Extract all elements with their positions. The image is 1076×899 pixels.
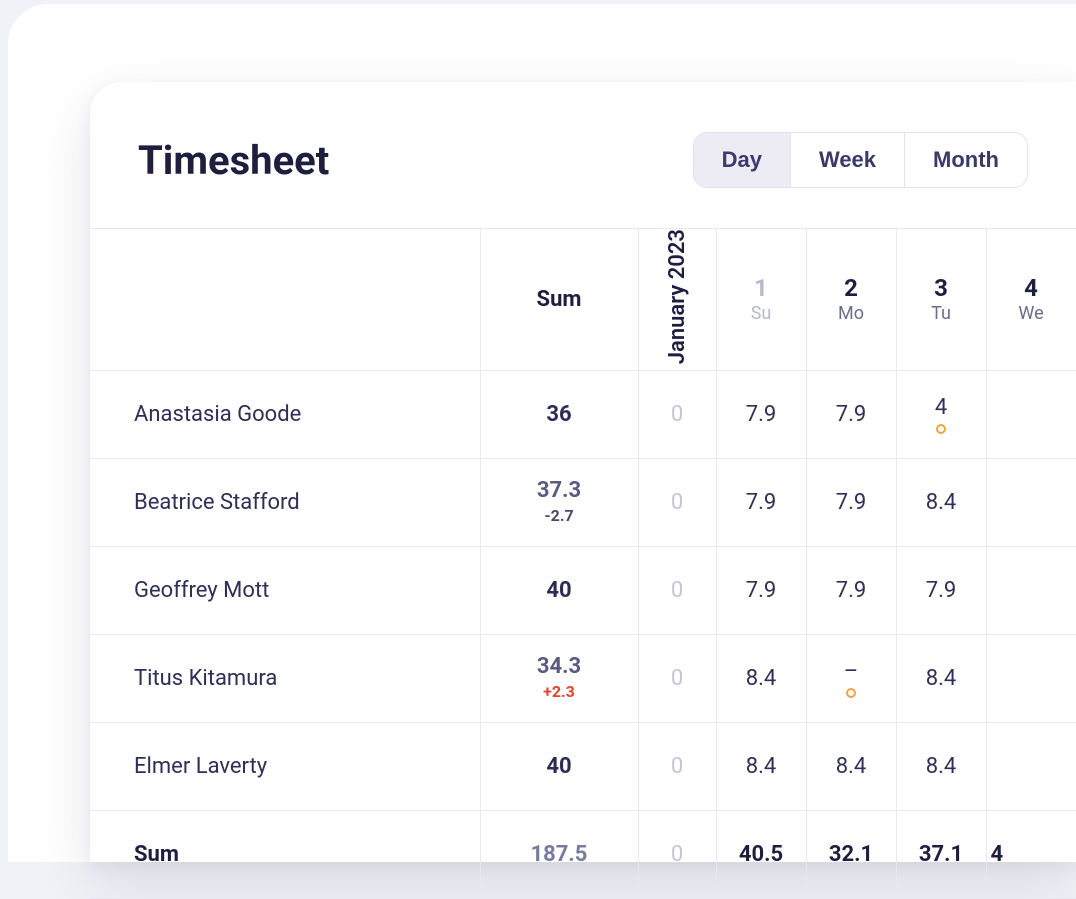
- row-sum: 34.3+2.3: [480, 635, 638, 723]
- footer-hours-cell: 0: [638, 811, 716, 899]
- employee-name[interactable]: Geoffrey Mott: [90, 547, 480, 635]
- segment-week[interactable]: Week: [791, 133, 905, 187]
- table-row: Elmer Laverty4008.48.48.4: [90, 723, 1076, 811]
- hours-cell[interactable]: 8.4: [716, 635, 806, 723]
- table-row: Geoffrey Mott4007.97.97.9: [90, 547, 1076, 635]
- timesheet-table-wrap: Sum January 2023 1 Su 2 Mo: [90, 228, 1076, 899]
- hours-cell[interactable]: 8.4: [896, 459, 986, 547]
- spill-cell: [986, 547, 1076, 635]
- table-row: Anastasia Goode3607.97.94: [90, 371, 1076, 459]
- segment-month[interactable]: Month: [905, 133, 1027, 187]
- hours-cell[interactable]: 8.4: [896, 635, 986, 723]
- hours-cell[interactable]: 8.4: [896, 723, 986, 811]
- hours-cell[interactable]: 0: [638, 547, 716, 635]
- hours-cell[interactable]: 7.9: [806, 459, 896, 547]
- table-row: Beatrice Stafford37.3-2.707.97.98.4: [90, 459, 1076, 547]
- footer-sum: 187.5: [480, 811, 638, 899]
- day-header-2[interactable]: 2 Mo: [806, 229, 896, 371]
- header-sum: Sum: [480, 229, 638, 371]
- outer-card: Timesheet Day Week Month: [8, 4, 1076, 862]
- employee-name[interactable]: Titus Kitamura: [90, 635, 480, 723]
- timesheet-card: Timesheet Day Week Month: [90, 82, 1076, 862]
- hours-cell[interactable]: 0: [638, 459, 716, 547]
- row-sum: 40: [480, 723, 638, 811]
- spill-cell: [986, 371, 1076, 459]
- row-sum: 37.3-2.7: [480, 459, 638, 547]
- hours-cell[interactable]: 8.4: [806, 723, 896, 811]
- hours-cell[interactable]: 7.9: [716, 371, 806, 459]
- employee-name[interactable]: Beatrice Stafford: [90, 459, 480, 547]
- hours-cell[interactable]: 0: [638, 635, 716, 723]
- hours-cell[interactable]: 7.9: [896, 547, 986, 635]
- hours-cell[interactable]: 0: [638, 371, 716, 459]
- indicator-icon: [936, 424, 946, 434]
- footer-row: Sum187.5040.532.137.14: [90, 811, 1076, 899]
- spill-cell: [986, 459, 1076, 547]
- indicator-icon: [846, 688, 856, 698]
- month-column: January 2023: [638, 229, 716, 371]
- day-header-4[interactable]: 4 We: [986, 229, 1076, 371]
- footer-hours-cell: 32.1: [806, 811, 896, 899]
- hours-cell[interactable]: 7.9: [806, 547, 896, 635]
- employee-name[interactable]: Elmer Laverty: [90, 723, 480, 811]
- page-title: Timesheet: [138, 137, 329, 184]
- header: Timesheet Day Week Month: [90, 82, 1076, 228]
- row-sum: 36: [480, 371, 638, 459]
- table-row: Titus Kitamura34.3+2.308.4–8.4: [90, 635, 1076, 723]
- hours-cell[interactable]: 4: [896, 371, 986, 459]
- spill-cell: [986, 635, 1076, 723]
- footer-label: Sum: [90, 811, 480, 899]
- hours-cell[interactable]: 7.9: [716, 547, 806, 635]
- hours-cell[interactable]: 7.9: [716, 459, 806, 547]
- hours-cell[interactable]: –: [806, 635, 896, 723]
- employee-name[interactable]: Anastasia Goode: [90, 371, 480, 459]
- footer-hours-cell: 40.5: [716, 811, 806, 899]
- hours-cell[interactable]: 7.9: [806, 371, 896, 459]
- day-header-3[interactable]: 3 Tu: [896, 229, 986, 371]
- day-header-1[interactable]: 1 Su: [716, 229, 806, 371]
- row-sum: 40: [480, 547, 638, 635]
- footer-hours-cell: 37.1: [896, 811, 986, 899]
- hours-cell[interactable]: 8.4: [716, 723, 806, 811]
- hours-cell[interactable]: 0: [638, 723, 716, 811]
- view-segmented-control: Day Week Month: [693, 132, 1028, 188]
- footer-spill: 4: [986, 811, 1076, 899]
- timesheet-table: Sum January 2023 1 Su 2 Mo: [90, 228, 1076, 899]
- month-label: January 2023: [665, 229, 690, 364]
- spill-cell: [986, 723, 1076, 811]
- segment-day[interactable]: Day: [694, 133, 791, 187]
- header-name-blank: [90, 229, 480, 371]
